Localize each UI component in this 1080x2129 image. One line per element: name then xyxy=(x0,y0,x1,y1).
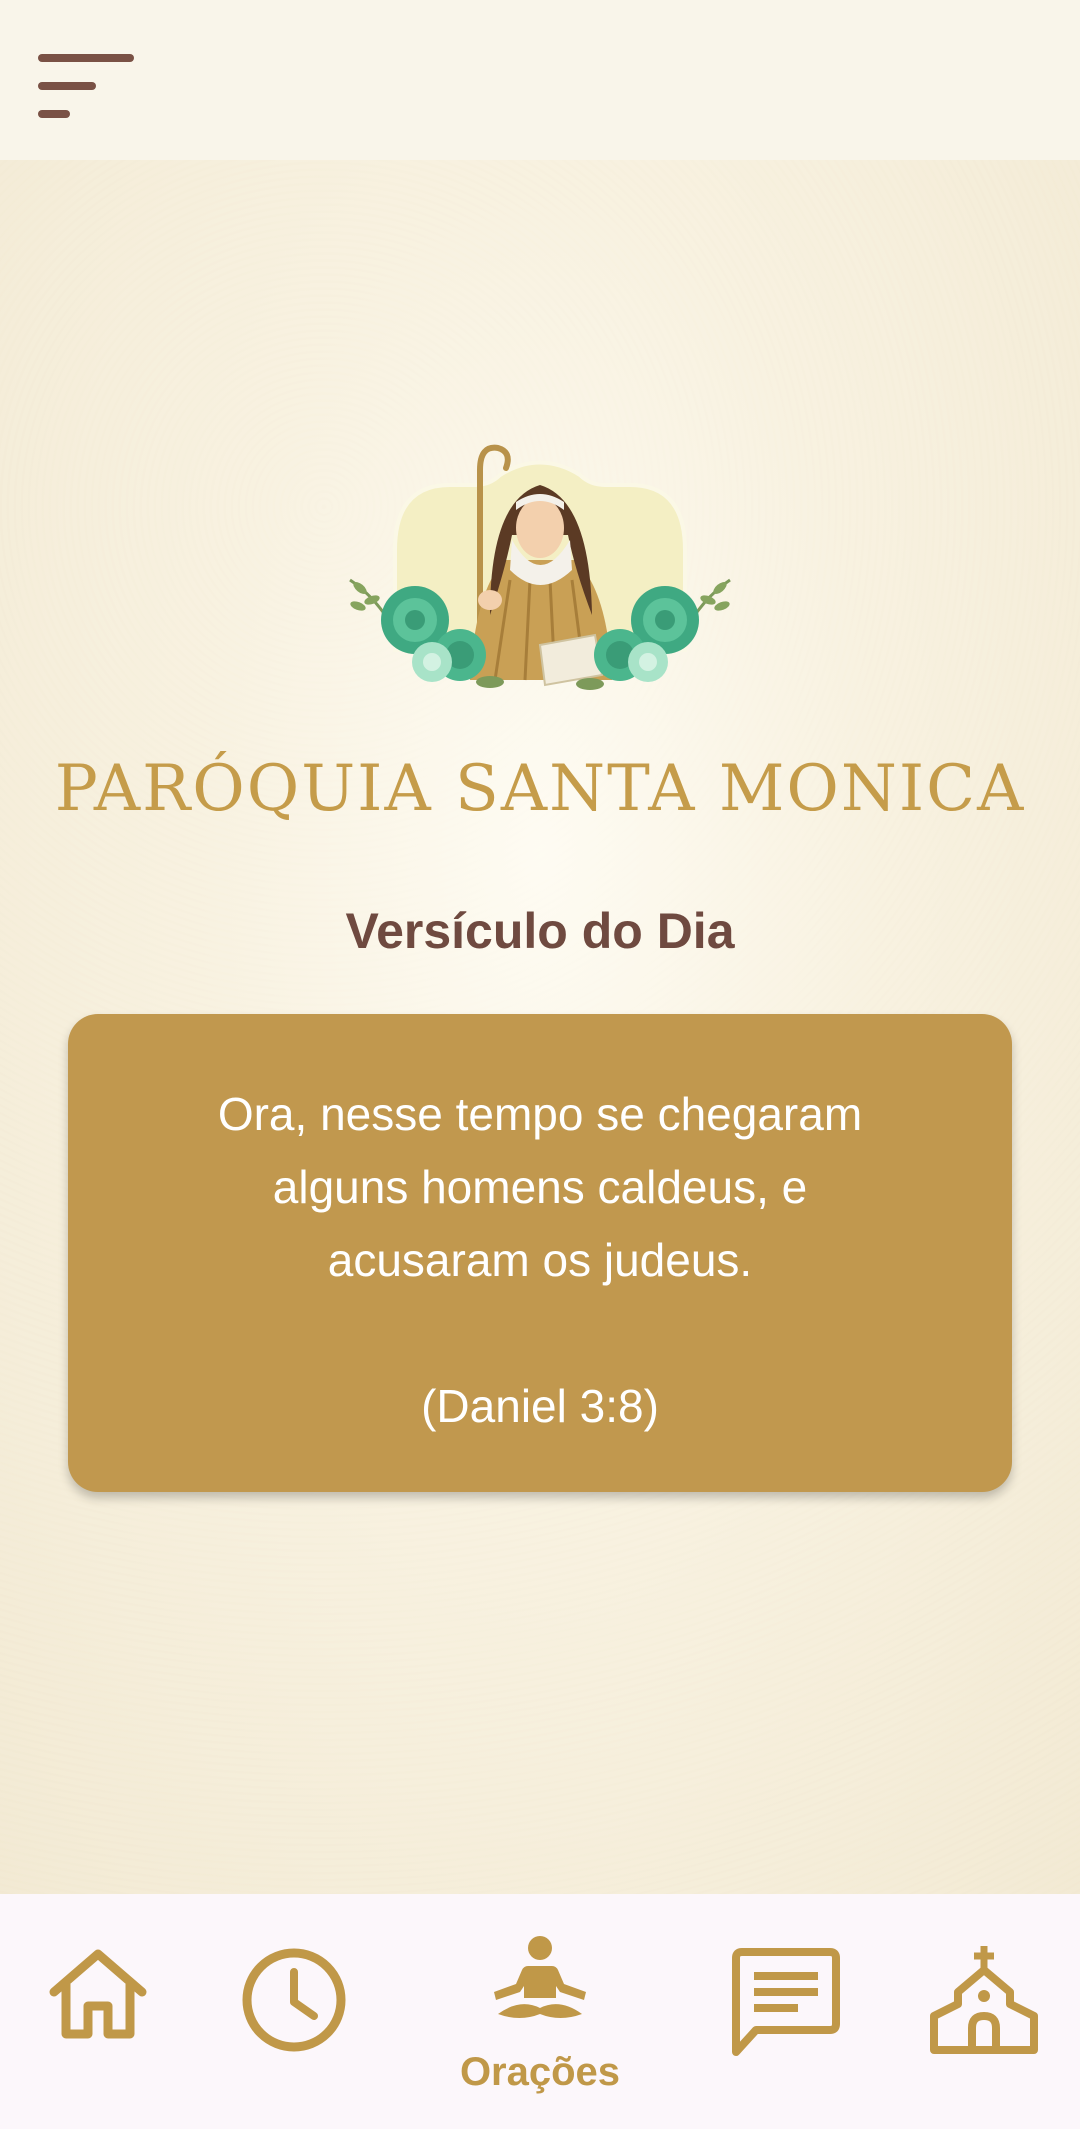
menu-icon[interactable] xyxy=(38,54,136,120)
clock-icon xyxy=(242,1948,346,2052)
verse-card: Ora, nesse tempo se chegaram alguns home… xyxy=(68,1014,1012,1492)
church-icon xyxy=(930,1946,1038,2054)
nav-prayers-label: Orações xyxy=(459,2050,621,2094)
meditation-icon xyxy=(494,1936,586,2018)
saint-monica-logo xyxy=(340,440,740,710)
verse-heading: Versículo do Dia xyxy=(345,903,735,959)
parish-title: PARÓQUIA SANTA MONICA xyxy=(54,752,1026,826)
verse-line: Ora, nesse tempo se chegaram xyxy=(217,1088,863,1140)
verse-line: alguns homens caldeus, e xyxy=(272,1161,808,1213)
nav-home[interactable] xyxy=(40,1894,160,2129)
nav-messages[interactable] xyxy=(726,1894,846,2129)
message-icon xyxy=(732,1948,840,2056)
nav-schedule[interactable] xyxy=(236,1894,356,2129)
nav-church[interactable] xyxy=(922,1894,1042,2129)
top-app-bar xyxy=(0,0,1080,160)
verse-reference: (Daniel 3:8) xyxy=(421,1380,659,1432)
bottom-navigation: Orações xyxy=(0,1894,1080,2129)
verse-text: Ora, nesse tempo se chegaram alguns home… xyxy=(158,1078,922,1297)
home-icon xyxy=(49,1949,147,2039)
verse-line: acusaram os judeus. xyxy=(327,1234,753,1286)
nav-prayers[interactable]: Orações xyxy=(440,1894,640,2129)
